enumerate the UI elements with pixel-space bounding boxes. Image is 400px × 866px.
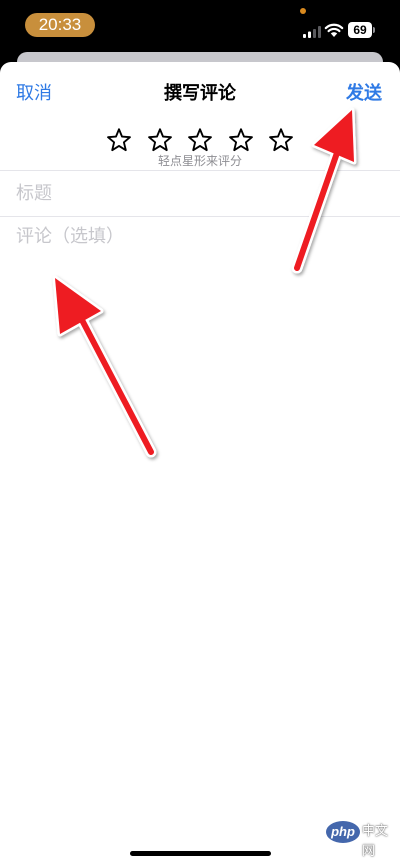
home-indicator[interactable] [130, 851, 271, 856]
review-title-input[interactable] [16, 176, 386, 210]
cellular-signal-icon [303, 26, 321, 38]
status-time: 20:33 [25, 13, 95, 37]
battery-icon: 69 [348, 22, 376, 38]
watermark-logo: php [326, 821, 360, 843]
battery-level: 69 [348, 22, 372, 38]
star-2-icon[interactable] [146, 126, 174, 154]
divider [0, 170, 400, 171]
privacy-indicator-dot [300, 8, 306, 14]
star-5-icon[interactable] [267, 126, 295, 154]
page-title: 撰写评论 [164, 83, 236, 104]
star-1-icon[interactable] [105, 126, 133, 154]
battery-cap [373, 27, 375, 33]
compose-review-sheet: 取消 撰写评论 发送 轻点星形来评分 [0, 62, 400, 866]
rating-hint: 轻点星形来评分 [157, 154, 242, 168]
review-comment-textarea[interactable] [16, 224, 386, 784]
star-3-icon[interactable] [186, 126, 214, 154]
watermark: php 中文网 [326, 816, 396, 859]
watermark-text: 中文网 [362, 824, 389, 859]
star-rating[interactable] [105, 126, 295, 154]
star-4-icon[interactable] [227, 126, 255, 154]
send-button[interactable]: 发送 [346, 82, 382, 106]
status-bar: 20:33 69 [0, 0, 400, 52]
wifi-icon [324, 23, 344, 37]
divider [0, 216, 400, 217]
